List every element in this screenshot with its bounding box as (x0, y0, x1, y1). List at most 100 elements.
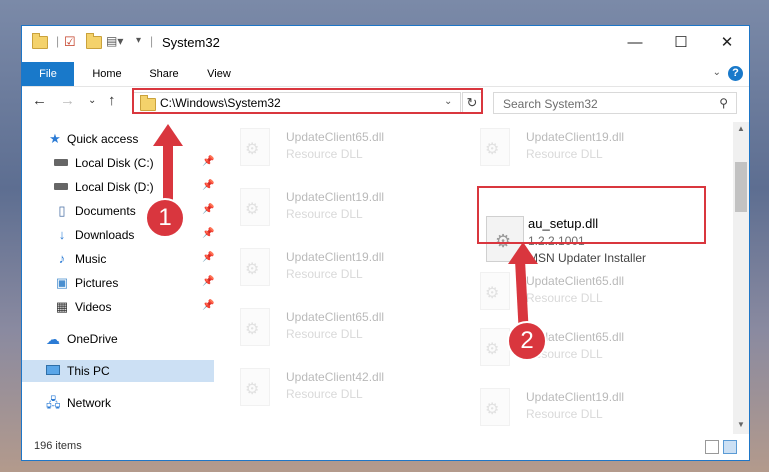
sidebar-item-label: Quick access (67, 132, 139, 146)
pin-icon[interactable]: 📌 (202, 180, 214, 191)
customize-toolbar-icon[interactable]: ▾ (136, 35, 141, 46)
sidebar-item-network[interactable]: 🖧 Network (22, 392, 214, 414)
scroll-up-icon[interactable]: ▲ (733, 124, 749, 133)
file-type: Resource DLL (286, 207, 363, 221)
layout-icon[interactable]: ▤▾ (106, 34, 123, 48)
ribbon: File Home Share View ⌄ ? (22, 62, 749, 87)
star-icon: ★ (49, 131, 61, 146)
file-name: UpdateClient65.dll (286, 130, 385, 144)
drive-icon (54, 159, 68, 166)
explorer-window: | ☑ ▤▾ ▾ | System32 — ☐ ✕ File Home Shar… (21, 25, 750, 461)
dll-file-icon (240, 308, 270, 346)
sidebar-item-documents[interactable]: ▯ Documents 📌 (22, 200, 214, 222)
list-item[interactable]: UpdateClient65.dll Resource DLL (474, 272, 674, 312)
sidebar-item-local-disk-d[interactable]: Local Disk (D:) 📌 (22, 176, 214, 198)
pin-icon[interactable]: 📌 (202, 204, 214, 215)
properties-icon[interactable]: ☑ (64, 34, 76, 50)
pin-icon[interactable]: 📌 (202, 276, 214, 287)
sidebar-item-label: Music (75, 252, 107, 266)
dll-file-icon (240, 248, 270, 286)
item-count: 196 items (34, 440, 82, 452)
address-highlight-box (132, 88, 483, 114)
sidebar-item-music[interactable]: ♪ Music 📌 (22, 248, 215, 270)
recent-locations-button[interactable]: ⌄ (88, 95, 96, 106)
file-highlight-box (477, 186, 706, 244)
list-item[interactable]: UpdateClient19.dll Resource DLL (234, 248, 434, 288)
pin-icon[interactable]: 📌 (202, 300, 214, 311)
videos-icon: ▦ (55, 299, 69, 314)
tab-file[interactable]: File (22, 62, 74, 86)
file-type: Resource DLL (286, 267, 363, 281)
scroll-down-icon[interactable]: ▼ (733, 420, 749, 429)
pictures-icon: ▣ (55, 275, 69, 290)
file-type: Resource DLL (286, 327, 363, 341)
sidebar-item-onedrive[interactable]: ☁ OneDrive (22, 328, 214, 350)
forward-button[interactable]: → (60, 92, 75, 109)
tab-share[interactable]: Share (140, 62, 188, 86)
file-type: Resource DLL (526, 407, 603, 421)
sidebar-item-downloads[interactable]: ↓ Downloads 📌 (22, 224, 215, 246)
search-input[interactable] (501, 95, 705, 113)
search-icon: ⚲ (719, 96, 728, 110)
arrow-head-2 (508, 242, 538, 264)
callout-1: 1 (145, 198, 185, 238)
sidebar-item-videos[interactable]: ▦ Videos 📌 (22, 296, 215, 318)
dll-file-icon (480, 128, 510, 166)
list-item[interactable]: UpdateClient65.dll Resource DLL (474, 328, 674, 368)
sidebar-item-label: Local Disk (D:) (75, 180, 154, 194)
file-name: UpdateClient65.dll (286, 310, 385, 324)
list-item[interactable]: UpdateClient65.dll Resource DLL (234, 308, 434, 348)
list-item[interactable]: UpdateClient42.dll Resource DLL (234, 368, 434, 408)
computer-icon (46, 365, 60, 375)
file-type: Resource DLL (526, 291, 603, 305)
pin-icon[interactable]: 📌 (202, 252, 214, 263)
scroll-thumb[interactable] (735, 162, 747, 212)
maximize-button[interactable]: ☐ (658, 26, 704, 60)
large-icons-view-icon[interactable] (723, 440, 737, 454)
window-title: System32 (162, 35, 220, 50)
details-view-icon[interactable] (705, 440, 719, 454)
new-folder-icon[interactable] (86, 33, 102, 49)
sidebar-item-label: Videos (75, 300, 112, 314)
file-name: UpdateClient19.dll (526, 390, 625, 404)
tab-view[interactable]: View (196, 62, 242, 86)
sidebar-item-label: This PC (67, 364, 110, 378)
search-box[interactable]: ⚲ (493, 92, 737, 114)
pin-icon[interactable]: 📌 (202, 228, 214, 239)
folder-icon (32, 33, 48, 49)
tab-home[interactable]: Home (82, 62, 132, 86)
list-item[interactable]: UpdateClient19.dll Resource DLL (234, 188, 434, 228)
sidebar-item-local-disk-c[interactable]: Local Disk (C:) 📌 (22, 152, 214, 174)
vertical-scrollbar[interactable]: ▲ ▼ (733, 122, 749, 434)
help-icon[interactable]: ? (728, 66, 743, 81)
file-name: UpdateClient19.dll (286, 190, 385, 204)
sidebar-item-quick-access[interactable]: ★ Quick access (22, 128, 214, 150)
up-button[interactable]: ↑ (108, 92, 116, 109)
close-button[interactable]: ✕ (704, 26, 750, 60)
file-type: Resource DLL (286, 387, 363, 401)
dll-file-icon (480, 388, 510, 426)
back-button[interactable]: ← (32, 92, 47, 109)
file-name: UpdateClient19.dll (526, 130, 625, 144)
sidebar-item-label: OneDrive (67, 332, 118, 346)
pin-icon[interactable]: 📌 (202, 156, 214, 167)
dll-file-icon (240, 368, 270, 406)
music-icon: ♪ (58, 251, 66, 266)
list-item[interactable]: UpdateClient19.dll Resource DLL (474, 128, 674, 168)
dll-file-icon (480, 328, 510, 366)
callout-2: 2 (507, 321, 547, 361)
sidebar-item-label: Pictures (75, 276, 119, 290)
file-name: UpdateClient19.dll (286, 250, 385, 264)
download-icon: ↓ (58, 227, 66, 242)
list-item[interactable]: UpdateClient19.dll Resource DLL (474, 388, 674, 428)
sidebar-item-this-pc[interactable]: This PC (22, 360, 214, 382)
file-type: Resource DLL (286, 147, 363, 161)
expand-ribbon-icon[interactable]: ⌄ (713, 67, 721, 78)
sidebar-item-label: Network (67, 396, 112, 410)
list-item[interactable]: UpdateClient65.dll Resource DLL (234, 128, 434, 168)
file-name: UpdateClient65.dll (526, 274, 625, 288)
navigation-pane: ★ Quick access Local Disk (C:) 📌 Local D… (22, 122, 214, 434)
sidebar-item-pictures[interactable]: ▣ Pictures 📌 (22, 272, 215, 294)
minimize-button[interactable]: — (612, 26, 658, 60)
status-bar: 196 items (22, 436, 749, 460)
